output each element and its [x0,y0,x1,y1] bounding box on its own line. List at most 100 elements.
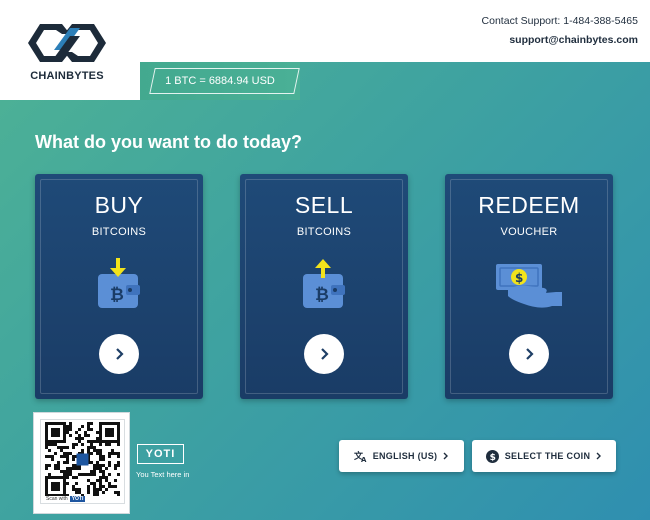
qr-module [72,467,75,470]
qr-module [105,431,108,434]
qr-module [60,446,63,449]
support-info: Contact Support: 1-484-388-5465 support@… [482,12,638,50]
qr-module [90,422,93,425]
sell-arrow-button[interactable] [304,334,344,374]
qr-module [93,467,96,470]
qr-module [87,425,90,428]
qr-module [72,464,75,467]
qr-module [99,455,102,458]
qr-module [105,434,108,437]
page-title: What do you want to do today? [35,132,302,152]
qr-module [51,482,54,485]
qr-module [72,446,75,449]
qr-module [90,470,93,473]
qr-module [63,452,66,455]
buy-bitcoins-card[interactable]: BUY BITCOINS ₿ [35,174,203,399]
qr-module [90,452,93,455]
buy-arrow-button[interactable] [99,334,139,374]
qr-module [108,452,111,455]
redeem-voucher-card[interactable]: REDEEM VOUCHER $ [445,174,613,399]
qr-module [45,446,48,449]
qr-module [60,440,63,443]
qr-module [117,434,120,437]
qr-module [114,491,117,494]
qr-module [48,455,51,458]
qr-module [78,440,81,443]
qr-module [114,479,117,482]
qr-module [63,461,66,464]
qr-module [72,485,75,488]
qr-module [63,491,66,494]
qr-module [117,428,120,431]
qr-module [66,428,69,431]
qr-module [117,422,120,425]
select-coin-button[interactable]: $ SELECT THE COIN [472,440,616,472]
qr-module [48,473,51,476]
qr-module [90,428,93,431]
language-button[interactable]: 文 A ENGLISH (US) [339,440,464,472]
card-subtitle: VOUCHER [500,226,558,238]
qr-module [45,428,48,431]
qr-module [60,422,63,425]
chainbytes-logo-icon [28,24,106,62]
qr-module [48,464,51,467]
qr-module [51,440,54,443]
qr-module [54,467,57,470]
yoti-qr-code[interactable]: Scan with YOTI [33,412,130,514]
chevron-right-icon [321,348,329,360]
qr-module [69,470,72,473]
select-coin-label: SELECT THE COIN [504,451,591,461]
qr-module [99,482,102,485]
qr-module [63,422,66,425]
qr-module [99,485,102,488]
qr-module [87,491,90,494]
qr-module [57,422,60,425]
qr-module [102,470,105,473]
qr-module [54,488,57,491]
qr-module [63,473,66,476]
sell-bitcoins-card[interactable]: SELL BITCOINS ₿ [240,174,408,399]
qr-module [54,485,57,488]
qr-module [93,464,96,467]
qr-module [63,434,66,437]
qr-module [87,488,90,491]
qr-module [114,464,117,467]
qr-module [54,464,57,467]
qr-module [105,428,108,431]
qr-module [108,455,111,458]
qr-module [81,473,84,476]
qr-module [51,485,54,488]
qr-module [78,491,81,494]
qr-module [99,476,102,479]
qr-module [93,470,96,473]
qr-module [57,446,60,449]
qr-module [93,482,96,485]
qr-module [117,440,120,443]
qr-module [69,434,72,437]
support-email: support@chainbytes.com [509,34,638,46]
qr-module [117,494,120,497]
qr-module [105,488,108,491]
qr-module [99,470,102,473]
qr-module [54,482,57,485]
qr-module [45,488,48,491]
qr-module [63,482,66,485]
qr-module [99,428,102,431]
qr-module [57,488,60,491]
qr-module [81,443,84,446]
qr-module [54,452,57,455]
wallet-in-icon: ₿ [98,258,140,308]
qr-module [87,473,90,476]
qr-module [117,464,120,467]
svg-text:A: A [361,456,367,462]
qr-module [54,434,57,437]
qr-module [72,458,75,461]
qr-module [51,455,54,458]
qr-module [75,476,78,479]
redeem-arrow-button[interactable] [509,334,549,374]
qr-module [63,440,66,443]
qr-module [78,488,81,491]
qr-module [63,479,66,482]
qr-module [66,467,69,470]
qr-module [93,440,96,443]
